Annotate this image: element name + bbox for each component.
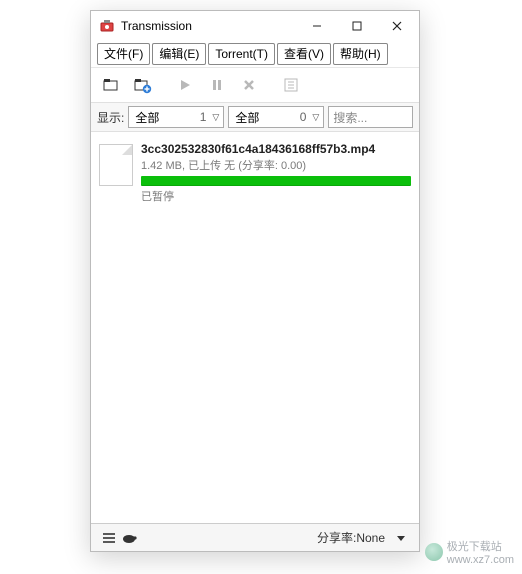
torrent-info: 3cc302532830f61c4a18436168ff57b3.mp4 1.4… bbox=[141, 142, 411, 204]
filter-status-count: 1 bbox=[200, 110, 207, 124]
open-torrent-button[interactable] bbox=[97, 72, 125, 98]
menu-edit[interactable]: 编辑(E) bbox=[152, 43, 206, 65]
ratio-value: None bbox=[356, 531, 385, 545]
filter-status-value: 全部 bbox=[135, 109, 185, 126]
app-icon bbox=[99, 18, 115, 34]
filter-label: 显示: bbox=[97, 109, 124, 126]
window-controls bbox=[297, 12, 417, 40]
search-placeholder: 搜索... bbox=[333, 109, 367, 126]
stats-mode-icon[interactable] bbox=[391, 533, 411, 543]
minimize-button[interactable] bbox=[297, 12, 337, 40]
ratio-label: 分享率: bbox=[317, 529, 356, 546]
maximize-button[interactable] bbox=[337, 12, 377, 40]
filter-status-select[interactable]: 全部 1 ▽ bbox=[128, 106, 224, 128]
watermark-icon bbox=[425, 543, 443, 561]
menubar: 文件(F) 编辑(E) Torrent(T) 查看(V) 帮助(H) bbox=[91, 41, 419, 68]
remove-button[interactable] bbox=[235, 72, 263, 98]
filter-tracker-select[interactable]: 全部 0 ▽ bbox=[228, 106, 324, 128]
pause-button[interactable] bbox=[203, 72, 231, 98]
menu-help[interactable]: 帮助(H) bbox=[333, 43, 388, 65]
titlebar: Transmission bbox=[91, 11, 419, 41]
torrent-list[interactable]: 3cc302532830f61c4a18436168ff57b3.mp4 1.4… bbox=[91, 132, 419, 522]
properties-button[interactable] bbox=[277, 72, 305, 98]
turtle-icon[interactable] bbox=[119, 532, 139, 544]
filter-bar: 显示: 全部 1 ▽ 全部 0 ▽ 搜索... bbox=[91, 103, 419, 132]
filter-tracker-value: 全部 bbox=[235, 109, 285, 126]
menu-view[interactable]: 查看(V) bbox=[277, 43, 331, 65]
status-bar: 分享率: None bbox=[91, 523, 419, 551]
search-input[interactable]: 搜索... bbox=[328, 106, 413, 128]
chevron-down-icon: ▽ bbox=[312, 112, 319, 123]
torrent-name: 3cc302532830f61c4a18436168ff57b3.mp4 bbox=[141, 142, 411, 156]
options-icon[interactable] bbox=[99, 532, 119, 544]
menu-file[interactable]: 文件(F) bbox=[97, 43, 150, 65]
file-icon bbox=[99, 144, 133, 186]
menu-torrent[interactable]: Torrent(T) bbox=[208, 43, 275, 65]
filter-tracker-count: 0 bbox=[300, 110, 307, 124]
chevron-down-icon: ▽ bbox=[212, 112, 219, 123]
torrent-progress-bar bbox=[141, 176, 411, 186]
add-torrent-button[interactable] bbox=[129, 72, 157, 98]
close-button[interactable] bbox=[377, 12, 417, 40]
start-button[interactable] bbox=[171, 72, 199, 98]
torrent-meta: 1.42 MB, 已上传 无 (分享率: 0.00) bbox=[141, 157, 411, 173]
toolbar bbox=[91, 68, 419, 103]
watermark: 极光下载站 www.xz7.com bbox=[425, 538, 514, 566]
torrent-status: 已暂停 bbox=[141, 188, 411, 204]
watermark-url: www.xz7.com bbox=[447, 554, 514, 566]
app-window: Transmission 文件(F) 编辑(E) Torrent(T) 查看(V… bbox=[90, 10, 420, 552]
watermark-text: 极光下载站 bbox=[447, 538, 514, 554]
window-title: Transmission bbox=[121, 19, 297, 33]
torrent-row[interactable]: 3cc302532830f61c4a18436168ff57b3.mp4 1.4… bbox=[97, 138, 413, 208]
